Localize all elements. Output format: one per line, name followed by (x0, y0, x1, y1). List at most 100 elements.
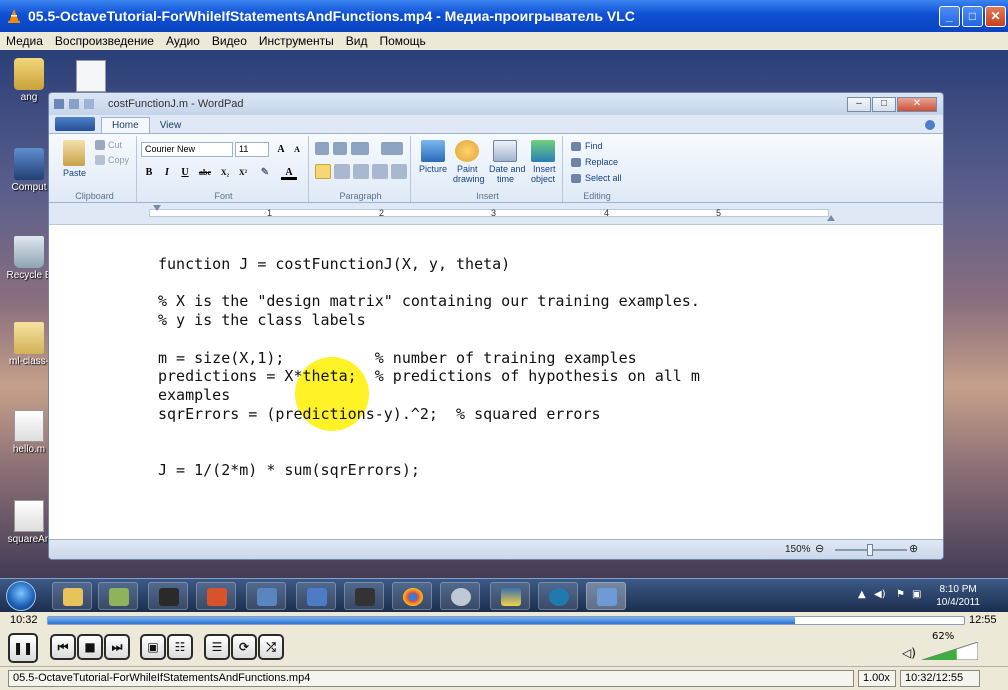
strikethrough-button[interactable]: abc (197, 165, 213, 180)
tab-view[interactable]: View (150, 118, 192, 133)
ruler[interactable]: 1 2 3 4 5 (49, 203, 943, 225)
copy-button[interactable]: Copy (108, 155, 129, 165)
tray-network-icon[interactable]: ▣ (912, 589, 921, 600)
line-spacing-icon[interactable] (381, 142, 403, 155)
tray-flag-icon[interactable]: ⚑ (896, 589, 905, 600)
wordpad-maximize-button[interactable]: □ (872, 96, 896, 112)
status-time[interactable]: 10:32/12:55 (900, 670, 980, 687)
insert-object-line2[interactable]: object (531, 174, 555, 184)
zoom-in-icon[interactable]: ⊕ (909, 542, 918, 555)
copy-icon[interactable] (95, 155, 105, 165)
zoom-out-icon[interactable]: ⊖ (815, 542, 824, 555)
extended-settings-icon[interactable]: ☷ (167, 634, 193, 660)
help-icon[interactable] (925, 120, 935, 130)
shuffle-icon[interactable]: ⤮ (258, 634, 284, 660)
previous-icon[interactable]: ⏮ (50, 634, 76, 660)
start-button-icon[interactable] (6, 581, 36, 611)
taskbar-wordpad-icon[interactable] (586, 582, 626, 610)
close-button[interactable]: ✕ (985, 5, 1006, 27)
paint-drawing-line1[interactable]: Paint (457, 164, 478, 174)
zoom-slider-thumb[interactable] (867, 544, 873, 556)
decrease-indent-icon[interactable] (315, 142, 329, 155)
taskbar-python-icon[interactable] (490, 582, 530, 610)
wordpad-close-button[interactable]: ✕ (897, 96, 937, 112)
taskbar-chrome-icon[interactable] (392, 582, 432, 610)
align-left-icon[interactable] (315, 164, 331, 179)
paragraph-dialog-icon[interactable] (391, 164, 407, 179)
find-button[interactable]: Find (585, 141, 603, 151)
taskbar-camera-icon[interactable] (148, 582, 188, 610)
indent-marker-icon[interactable] (153, 205, 161, 211)
italic-button[interactable]: I (159, 165, 175, 180)
tray-arrow-icon[interactable]: ▲ (858, 589, 866, 600)
taskbar-notepad-icon[interactable] (98, 582, 138, 610)
font-size-select[interactable]: 11 (235, 142, 269, 157)
taskbar-webcam-icon[interactable] (440, 582, 480, 610)
date-time-line1[interactable]: Date and (489, 164, 526, 174)
next-icon[interactable]: ⏭ (104, 634, 130, 660)
bullets-icon[interactable] (351, 142, 369, 155)
taskbar-screenshot-icon[interactable] (344, 582, 384, 610)
replace-icon[interactable] (571, 158, 581, 167)
insert-object-icon[interactable] (531, 140, 555, 162)
cut-icon[interactable] (95, 140, 105, 150)
playback-speed[interactable]: 1.00x (858, 670, 896, 687)
fullscreen-icon[interactable]: ▣ (140, 634, 166, 660)
find-icon[interactable] (571, 142, 581, 151)
loop-icon[interactable]: ⟳ (231, 634, 257, 660)
calendar-icon[interactable] (493, 140, 517, 162)
save-icon[interactable] (69, 99, 79, 109)
grow-font-icon[interactable]: A (273, 142, 289, 157)
superscript-button[interactable]: X² (235, 165, 251, 180)
menu-playback[interactable]: Воспроизведение (49, 34, 160, 48)
align-center-icon[interactable] (334, 164, 350, 179)
document-area[interactable]: function J = costFunctionJ(X, y, theta) … (49, 225, 943, 539)
taskbar-explorer-icon[interactable] (52, 582, 92, 610)
paste-icon[interactable] (63, 140, 85, 166)
replace-button[interactable]: Replace (585, 157, 618, 167)
align-right-icon[interactable] (353, 164, 369, 179)
picture-icon[interactable] (421, 140, 445, 162)
date-time-line2[interactable]: time (497, 174, 514, 184)
menu-video[interactable]: Видео (206, 34, 253, 48)
font-family-select[interactable]: Courier New (141, 142, 233, 157)
paint-palette-icon[interactable] (455, 140, 479, 162)
mute-speaker-icon[interactable]: ◁) (902, 646, 916, 660)
picture-button[interactable]: Picture (419, 164, 447, 174)
minimize-button[interactable]: _ (939, 5, 960, 27)
menu-media[interactable]: Медиа (0, 34, 49, 48)
undo-icon[interactable] (84, 99, 94, 109)
menu-tools[interactable]: Инструменты (253, 34, 340, 48)
wordpad-menu-button[interactable] (55, 117, 95, 131)
stop-icon[interactable]: ■ (77, 634, 103, 660)
menu-view[interactable]: Вид (340, 34, 374, 48)
taskbar-remote-icon[interactable] (296, 582, 336, 610)
tray-volume-icon[interactable]: ◀) (874, 589, 886, 600)
menu-help[interactable]: Помощь (373, 34, 431, 48)
paste-button[interactable]: Paste (63, 168, 86, 178)
video-area[interactable]: ang Comput Recycle B ml-class- hello.m s… (0, 50, 1008, 612)
wordpad-minimize-button[interactable]: – (847, 96, 871, 112)
playlist-icon[interactable]: ☰ (204, 634, 230, 660)
shrink-font-icon[interactable]: A (289, 142, 305, 157)
taskbar-network-icon[interactable] (246, 582, 286, 610)
seek-slider[interactable] (47, 616, 965, 625)
taskbar-octave-icon[interactable] (538, 582, 578, 610)
text-color-icon[interactable]: A (281, 165, 297, 180)
select-all-button[interactable]: Select all (585, 173, 622, 183)
justify-icon[interactable] (372, 164, 388, 179)
bold-button[interactable]: B (141, 165, 157, 180)
underline-button[interactable]: U (177, 165, 193, 180)
increase-indent-icon[interactable] (333, 142, 347, 155)
taskbar-powerpoint-icon[interactable] (196, 582, 236, 610)
right-indent-marker-icon[interactable] (827, 215, 835, 221)
menu-audio[interactable]: Аудио (160, 34, 206, 48)
highlight-color-icon[interactable]: ✎ (257, 165, 273, 180)
cut-button[interactable]: Cut (108, 140, 122, 150)
maximize-button[interactable]: □ (962, 5, 983, 27)
pause-button[interactable]: ❚❚ (8, 633, 38, 663)
volume-slider[interactable] (922, 642, 978, 660)
insert-object-line1[interactable]: Insert (533, 164, 556, 174)
taskbar-clock[interactable]: 8:10 PM 10/4/2011 (936, 583, 980, 609)
select-all-icon[interactable] (571, 174, 581, 183)
